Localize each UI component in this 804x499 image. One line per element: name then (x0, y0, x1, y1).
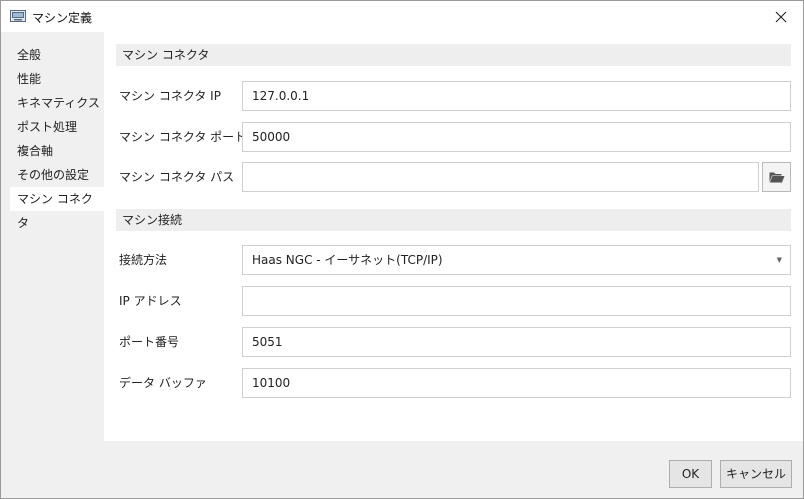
ok-button[interactable]: OK (669, 460, 712, 488)
title-bar: マシン定義 (1, 1, 803, 32)
sidebar-item-performance[interactable]: 性能 (10, 67, 104, 91)
settings-sidebar: 全般 性能 キネマティクス ポスト処理 複合軸 その他の設定 マシン コネクタ (1, 32, 104, 441)
window-title: マシン定義 (32, 11, 93, 25)
connection-method-value: Haas NGC - イーサネット(TCP/IP) (252, 253, 443, 267)
browse-path-button[interactable] (762, 162, 791, 192)
section-header-machine-connection: マシン接続 (116, 209, 791, 231)
close-button[interactable] (759, 1, 803, 32)
connection-method-select[interactable]: Haas NGC - イーサネット(TCP/IP) ▼ (242, 245, 791, 275)
sidebar-item-machine-connector[interactable]: マシン コネクタ (10, 187, 104, 230)
ip-address-label: IP アドレス (119, 294, 182, 308)
chevron-down-icon: ▼ (776, 256, 782, 264)
sidebar-item-kinematics[interactable]: キネマティクス (10, 91, 104, 115)
data-buffer-input[interactable]: 10100 (242, 368, 791, 398)
sidebar-item-other-settings[interactable]: その他の設定 (10, 163, 104, 187)
ip-address-input[interactable] (242, 286, 791, 316)
machine-definition-dialog: マシン定義 全般 性能 キネマティクス ポスト処理 複合軸 その他の設定 マシン… (0, 0, 804, 499)
connector-port-label: マシン コネクタ ポート (119, 130, 247, 144)
connector-port-input[interactable]: 50000 (242, 122, 791, 152)
port-number-label: ポート番号 (119, 335, 180, 349)
connector-path-input[interactable] (242, 162, 759, 192)
port-number-input[interactable]: 5051 (242, 327, 791, 357)
connector-ip-label: マシン コネクタ IP (119, 89, 221, 103)
connector-path-label: マシン コネクタ パス (119, 170, 235, 184)
sidebar-item-general[interactable]: 全般 (10, 43, 104, 67)
close-icon (775, 11, 787, 22)
connection-method-label: 接続方法 (119, 253, 168, 267)
folder-open-icon (769, 172, 784, 183)
data-buffer-label: データ バッファ (119, 376, 207, 390)
machine-window-icon (10, 10, 26, 22)
section-header-machine-connector: マシン コネクタ (116, 44, 791, 66)
settings-panel: マシン コネクタ マシン コネクタ IP 127.0.0.1 マシン コネクタ … (104, 32, 803, 441)
cancel-button[interactable]: キャンセル (720, 460, 792, 488)
sidebar-item-post-processing[interactable]: ポスト処理 (10, 115, 104, 139)
connector-ip-input[interactable]: 127.0.0.1 (242, 81, 791, 111)
sidebar-item-compound-axes[interactable]: 複合軸 (10, 139, 104, 163)
